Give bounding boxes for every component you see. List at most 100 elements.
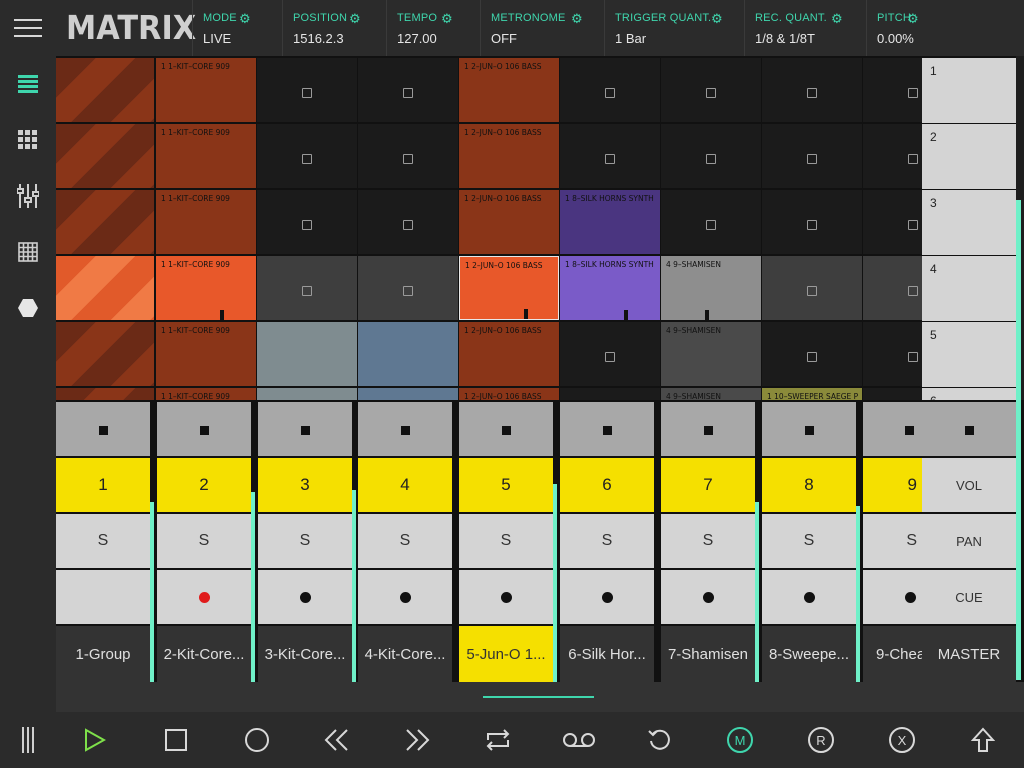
- record-button[interactable]: [217, 712, 297, 768]
- clip[interactable]: [358, 388, 458, 400]
- menu-button[interactable]: [0, 0, 56, 56]
- clip[interactable]: [257, 322, 357, 386]
- mixer-button[interactable]: [0, 168, 56, 224]
- gear-icon[interactable]: ⚙: [571, 11, 583, 27]
- track-activator-button[interactable]: 4: [358, 458, 452, 512]
- group-clip-slot[interactable]: [56, 256, 154, 320]
- empty-clip-slot[interactable]: [863, 124, 922, 188]
- scroll-indicator[interactable]: [483, 696, 594, 698]
- empty-clip-slot[interactable]: [257, 58, 357, 122]
- track-name[interactable]: 2-Kit-Core...: [157, 626, 251, 682]
- clip[interactable]: 1 10–SWEEPER SAEGE P: [762, 388, 862, 400]
- track-stop-button[interactable]: [258, 402, 352, 456]
- arm-button[interactable]: [56, 570, 150, 624]
- rewind-button[interactable]: [297, 712, 377, 768]
- track-stop-button[interactable]: [762, 402, 856, 456]
- header-field-tempo[interactable]: TEMPO ⚙ 127.00: [386, 0, 480, 56]
- track-activator-button[interactable]: 5: [459, 458, 553, 512]
- track-activator-button[interactable]: 6: [560, 458, 654, 512]
- arm-button[interactable]: [459, 570, 553, 624]
- arm-button[interactable]: [661, 570, 755, 624]
- empty-clip-slot[interactable]: [661, 190, 761, 254]
- clip-list-button[interactable]: [0, 56, 56, 112]
- track-stop-button[interactable]: [56, 402, 150, 456]
- empty-clip-slot[interactable]: [863, 388, 922, 400]
- track-name[interactable]: 3-Kit-Core...: [258, 626, 352, 682]
- clip[interactable]: 1 1–KIT–CORE 909: [156, 388, 256, 400]
- empty-clip-slot[interactable]: [863, 322, 922, 386]
- clip[interactable]: 4 9–SHAMISEN: [661, 388, 761, 400]
- scene-launch[interactable]: 4: [922, 256, 1016, 321]
- shift-button[interactable]: [943, 712, 1023, 768]
- empty-clip-slot[interactable]: [358, 124, 458, 188]
- stop-all-button[interactable]: [922, 402, 1016, 456]
- scene-launch[interactable]: 2: [922, 124, 1016, 189]
- arm-button[interactable]: [358, 570, 452, 624]
- empty-clip-slot[interactable]: [560, 388, 660, 400]
- empty-clip-slot[interactable]: [358, 190, 458, 254]
- empty-clip-slot[interactable]: [257, 124, 357, 188]
- group-clip-slot[interactable]: [56, 388, 154, 400]
- x-button[interactable]: X: [862, 712, 942, 768]
- empty-clip-slot[interactable]: [863, 256, 922, 320]
- gear-icon[interactable]: ⚙: [239, 11, 251, 27]
- drag-handle[interactable]: [0, 712, 56, 768]
- solo-button[interactable]: S: [661, 514, 755, 568]
- hexagon-button[interactable]: [0, 280, 56, 336]
- clip[interactable]: 1 2–JUN–O 106 BASS: [459, 124, 559, 188]
- r-button[interactable]: R: [781, 712, 861, 768]
- header-field-mode[interactable]: MODE ⚙ LIVE: [192, 0, 282, 56]
- clip[interactable]: 1 2–JUN–O 106 BASS: [459, 58, 559, 122]
- solo-button[interactable]: S: [157, 514, 251, 568]
- arm-button[interactable]: [157, 570, 251, 624]
- header-field-rec-quant[interactable]: REC. QUANT. ⚙ 1/8 & 1/8T: [744, 0, 866, 56]
- clip[interactable]: 1 2–JUN–O 106 BASS: [459, 190, 559, 254]
- empty-clip-slot[interactable]: [863, 190, 922, 254]
- play-button[interactable]: [55, 712, 135, 768]
- clip[interactable]: [358, 322, 458, 386]
- clip[interactable]: 1 8–SILK HORNS SYNTH: [560, 256, 660, 320]
- solo-button[interactable]: S: [56, 514, 150, 568]
- clip[interactable]: 1 1–KIT–CORE 909: [156, 256, 256, 320]
- empty-clip-slot[interactable]: [560, 124, 660, 188]
- empty-clip-slot[interactable]: [762, 58, 862, 122]
- track-stop-button[interactable]: [661, 402, 755, 456]
- clip[interactable]: 1 1–KIT–CORE 909: [156, 322, 256, 386]
- track-activator-button[interactable]: 9: [863, 458, 922, 512]
- scroll-bar[interactable]: [56, 682, 1024, 712]
- track-activator-button[interactable]: 2: [157, 458, 251, 512]
- track-stop-button[interactable]: [863, 402, 922, 456]
- empty-clip-slot[interactable]: [661, 124, 761, 188]
- group-clip-slot[interactable]: [56, 322, 154, 386]
- arm-button[interactable]: [258, 570, 352, 624]
- track-name[interactable]: 9-Cheap: [863, 626, 922, 682]
- gear-icon[interactable]: ⚙: [711, 11, 723, 27]
- track-stop-button[interactable]: [358, 402, 452, 456]
- track-name[interactable]: 7-Shamisen: [661, 626, 755, 682]
- clip[interactable]: 1 2–JUN–O 106 BASS: [459, 388, 559, 400]
- gear-icon[interactable]: ⚙: [831, 11, 843, 27]
- group-clip-slot[interactable]: [56, 58, 154, 122]
- gear-icon[interactable]: ⚙: [349, 11, 361, 27]
- group-clip-slot[interactable]: [56, 190, 154, 254]
- arm-button[interactable]: [560, 570, 654, 624]
- empty-clip-slot[interactable]: [762, 190, 862, 254]
- track-activator-button[interactable]: 7: [661, 458, 755, 512]
- empty-clip-slot[interactable]: [661, 58, 761, 122]
- header-field-pitch[interactable]: PITCH ⚙ 0.00%: [866, 0, 966, 56]
- track-stop-button[interactable]: [560, 402, 654, 456]
- empty-clip-slot[interactable]: [762, 124, 862, 188]
- arm-button[interactable]: [762, 570, 856, 624]
- track-activator-button[interactable]: 3: [258, 458, 352, 512]
- clip[interactable]: 1 2–JUN–O 106 BASS: [459, 256, 559, 320]
- scene-launch[interactable]: 1: [922, 58, 1016, 123]
- solo-button[interactable]: S: [459, 514, 553, 568]
- grid-button[interactable]: [0, 112, 56, 168]
- undo-button[interactable]: [620, 712, 700, 768]
- m-button[interactable]: M: [700, 712, 780, 768]
- track-name[interactable]: 5-Jun-O 1...: [459, 626, 553, 682]
- clip[interactable]: 1 1–KIT–CORE 909: [156, 124, 256, 188]
- clip[interactable]: 1 8–SILK HORNS SYNTH: [560, 190, 660, 254]
- solo-button[interactable]: S: [358, 514, 452, 568]
- solo-button[interactable]: S: [863, 514, 922, 568]
